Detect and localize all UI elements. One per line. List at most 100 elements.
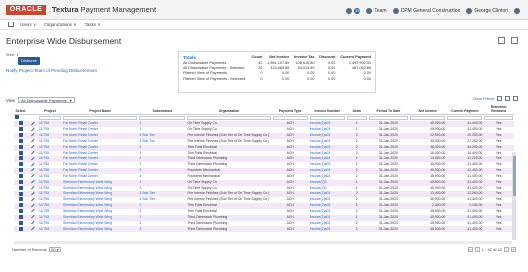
row-checkbox[interactable] — [18, 144, 23, 149]
vertical-scrollbar[interactable] — [512, 152, 516, 240]
row-checkbox[interactable] — [18, 162, 23, 167]
row-checkbox[interactable] — [18, 185, 23, 190]
team-label: Team — [374, 7, 387, 14]
column-header[interactable]: Period To Date — [367, 105, 410, 115]
view-select[interactable]: All Disbursable Payments ▾ — [18, 97, 75, 103]
prev-page-button[interactable]: ‹ — [474, 247, 480, 252]
settings-icon[interactable] — [505, 96, 510, 101]
column-filter-input[interactable] — [63, 115, 138, 120]
table-cell[interactable]: 11/755 — [38, 226, 63, 233]
row-checkbox[interactable] — [18, 209, 23, 214]
view-selector-row: View All Disbursable Payments ▾ — [6, 97, 75, 103]
filter-icon[interactable] — [497, 96, 502, 101]
clear-filters-link[interactable]: Clear Filters — [472, 96, 494, 101]
column-filter-input[interactable] — [39, 115, 62, 120]
home-icon[interactable] — [8, 22, 14, 27]
column-filter-input[interactable] — [368, 115, 409, 120]
table-cell[interactable]: 3 — [138, 226, 187, 233]
edit-icon[interactable] — [30, 168, 35, 173]
edit-icon[interactable] — [30, 209, 35, 213]
column-filter-input[interactable] — [187, 115, 271, 120]
horizontal-scrollbar[interactable] — [14, 241, 512, 244]
column-header[interactable]: Subcontract — [138, 105, 187, 115]
help-button[interactable] — [514, 7, 520, 14]
row-checkbox[interactable] — [18, 156, 23, 161]
table-cell[interactable]: Sheridan Elementary West Wing — [62, 226, 139, 233]
column-header[interactable]: Payment Type — [271, 105, 309, 115]
select-all-checkbox[interactable] — [15, 115, 19, 120]
table-row[interactable]: 11/755 Far North Retail Center 4 Sub Tier F… — [14, 139, 514, 145]
column-header[interactable]: Select — [14, 105, 28, 115]
edit-icon[interactable] — [30, 133, 35, 138]
column-filter-input[interactable] — [447, 115, 483, 120]
row-checkbox[interactable] — [18, 150, 23, 155]
nav-tasks[interactable]: Tasks ∨ — [85, 21, 101, 28]
row-checkbox[interactable] — [18, 138, 23, 143]
row-checkbox[interactable] — [18, 174, 23, 179]
edit-icon[interactable] — [30, 226, 35, 231]
row-checkbox[interactable] — [18, 197, 23, 202]
edit-icon[interactable] — [30, 191, 35, 196]
edit-icon[interactable] — [30, 150, 35, 155]
first-page-button[interactable]: « — [467, 247, 473, 252]
column-header[interactable]: Draw — [345, 105, 368, 115]
last-page-button[interactable]: » — [511, 247, 516, 252]
notifications-button[interactable]: 35 — [346, 7, 361, 14]
edit-icon[interactable] — [30, 144, 35, 149]
edit-icon[interactable] — [30, 203, 35, 208]
edit-icon[interactable] — [30, 174, 35, 178]
totals-cell: 0.00 — [282, 76, 290, 81]
column-filter-input[interactable] — [309, 115, 345, 120]
row-checkbox[interactable] — [18, 203, 23, 208]
column-header[interactable]: Retention Released — [483, 105, 514, 115]
column-header[interactable] — [27, 105, 38, 115]
edit-icon[interactable] — [30, 220, 35, 225]
row-checkbox[interactable] — [18, 168, 23, 173]
edit-icon[interactable] — [30, 215, 35, 219]
column-header[interactable]: Organization — [186, 105, 272, 115]
column-header[interactable]: Current Payment — [446, 105, 484, 115]
edit-icon[interactable] — [30, 179, 35, 184]
row-checkbox[interactable] — [18, 191, 23, 196]
notify-project-team-link[interactable]: Notify Project Team of Pending Disbursem… — [6, 68, 97, 73]
column-header[interactable]: Net Invoice — [409, 105, 447, 115]
disburse-button[interactable]: Disburse — [18, 57, 40, 65]
fullscreen-icon[interactable] — [513, 96, 518, 101]
column-header[interactable]: Project — [38, 105, 63, 115]
column-filter-input[interactable] — [484, 115, 513, 120]
user-menu[interactable]: George Clinton — [466, 7, 508, 14]
row-checkbox[interactable] — [18, 127, 23, 132]
next-page-button[interactable]: › — [504, 247, 509, 252]
table-row[interactable]: 11/755 Sheridan Elementary West Wing 3 Thir… — [14, 226, 514, 233]
nav-users[interactable]: Users ∨ — [20, 21, 36, 28]
row-checkbox[interactable] — [18, 179, 23, 184]
edit-icon[interactable] — [30, 121, 35, 126]
column-filter-input[interactable] — [272, 115, 308, 120]
edit-icon[interactable] — [30, 127, 35, 132]
team-menu[interactable]: Team — [366, 7, 387, 14]
row-checkbox[interactable] — [18, 226, 23, 231]
edit-icon[interactable] — [30, 197, 35, 202]
edit-icon[interactable] — [30, 162, 35, 167]
column-header[interactable]: Invoice Number — [308, 105, 346, 115]
totals-cell: All Disbursable Payments - Selected — [183, 65, 245, 70]
edit-icon[interactable] — [30, 156, 35, 161]
edit-icon[interactable] — [30, 139, 35, 143]
nav-organizations[interactable]: Organizations ∨ — [44, 21, 76, 28]
expand-icon[interactable] — [511, 37, 518, 44]
row-checkbox[interactable] — [18, 133, 23, 138]
column-filter-input[interactable] — [410, 115, 446, 120]
scrollbar-thumb[interactable] — [512, 156, 516, 196]
grid-view-icon[interactable] — [498, 37, 505, 44]
table-row[interactable]: 11/755 Far North Retail Center 3 Sub Tier F… — [14, 132, 514, 139]
organization-menu[interactable]: CPM General Construction — [392, 7, 460, 14]
table-cell[interactable]: Invoice(2)a03 — [308, 226, 346, 233]
column-header[interactable]: Project Name — [62, 105, 139, 115]
column-filter-input[interactable] — [346, 115, 367, 120]
row-checkbox[interactable] — [18, 220, 23, 225]
column-filter-input[interactable] — [139, 115, 186, 120]
row-checkbox[interactable] — [18, 214, 23, 219]
edit-icon[interactable] — [30, 185, 35, 190]
row-checkbox[interactable] — [18, 121, 23, 126]
records-select[interactable]: 50 ▾ — [48, 247, 62, 252]
